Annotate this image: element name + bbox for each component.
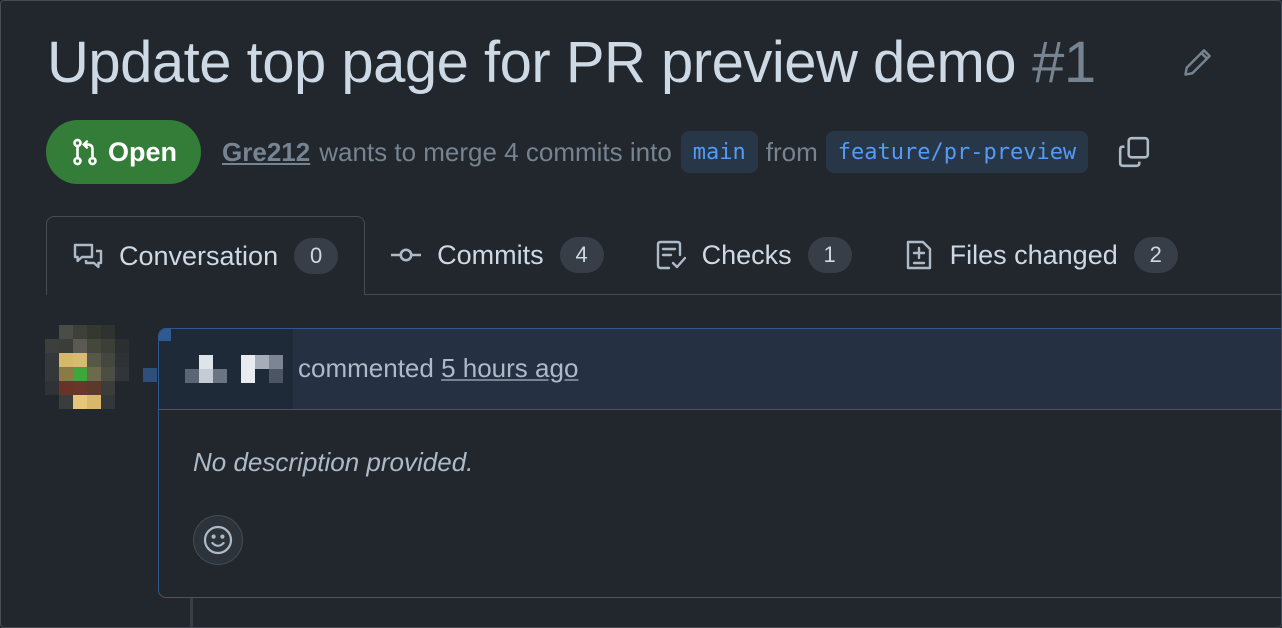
comment-author-redacted[interactable] <box>185 355 285 383</box>
tab-label: Commits <box>437 239 544 270</box>
pull-request-page: Update top page for PR preview demo #1 O… <box>0 0 1282 628</box>
merge-text: wants to merge 4 commits into <box>319 136 672 167</box>
state-badge-open: Open <box>46 120 202 184</box>
comment-box: commented 5 hours ago No description pro… <box>158 328 1281 598</box>
file-diff-icon <box>902 238 936 272</box>
from-text: from <box>765 136 818 167</box>
base-branch[interactable]: main <box>680 131 758 173</box>
git-pull-request-icon <box>70 137 100 167</box>
tab-conversation[interactable]: Conversation 0 <box>46 216 366 295</box>
author-link[interactable]: Gre212 <box>222 137 310 168</box>
checklist-icon <box>654 238 688 272</box>
tab-files-changed[interactable]: Files changed 2 <box>878 216 1204 294</box>
pr-title: Update top page for PR preview demo <box>47 30 1017 95</box>
copy-icon[interactable] <box>1116 134 1152 170</box>
head-branch[interactable]: feature/pr-preview <box>825 131 1089 173</box>
pencil-icon[interactable] <box>1181 45 1215 79</box>
tab-count: 2 <box>1133 237 1178 273</box>
timeline-line <box>190 597 193 627</box>
comment-timestamp[interactable]: 5 hours ago <box>441 353 578 383</box>
header-corner <box>159 329 171 341</box>
pr-status-row: Open Gre212 wants to merge 4 commits int… <box>46 120 1152 184</box>
tab-label: Files changed <box>949 239 1118 270</box>
tab-label: Checks <box>701 239 792 270</box>
comment-meta: commented 5 hours ago <box>298 353 578 384</box>
comment-action: commented <box>298 353 434 383</box>
comment-discussion-icon <box>71 239 105 273</box>
tab-count: 0 <box>294 238 339 274</box>
tab-label: Conversation <box>119 240 279 271</box>
smiley-icon <box>202 524 234 556</box>
tab-count: 4 <box>559 237 604 273</box>
pr-tabs: Conversation 0 Commits 4 Checks 1 Files … <box>46 216 1281 295</box>
state-label: Open <box>108 136 178 167</box>
avatar[interactable] <box>45 325 129 409</box>
tab-count: 1 <box>807 237 852 273</box>
comment-header: commented 5 hours ago <box>159 329 1281 410</box>
comment-body: No description provided. <box>193 447 474 477</box>
pr-title-row: Update top page for PR preview demo #1 <box>47 29 1096 96</box>
pr-meta: Gre212 wants to merge 4 commits into mai… <box>222 131 1096 173</box>
git-commit-icon <box>389 238 423 272</box>
add-reaction-button[interactable] <box>193 515 243 565</box>
pr-number: #1 <box>1032 30 1096 95</box>
comment-arrow <box>143 368 157 382</box>
tab-checks[interactable]: Checks 1 <box>630 216 878 294</box>
tab-commits[interactable]: Commits 4 <box>365 216 630 294</box>
